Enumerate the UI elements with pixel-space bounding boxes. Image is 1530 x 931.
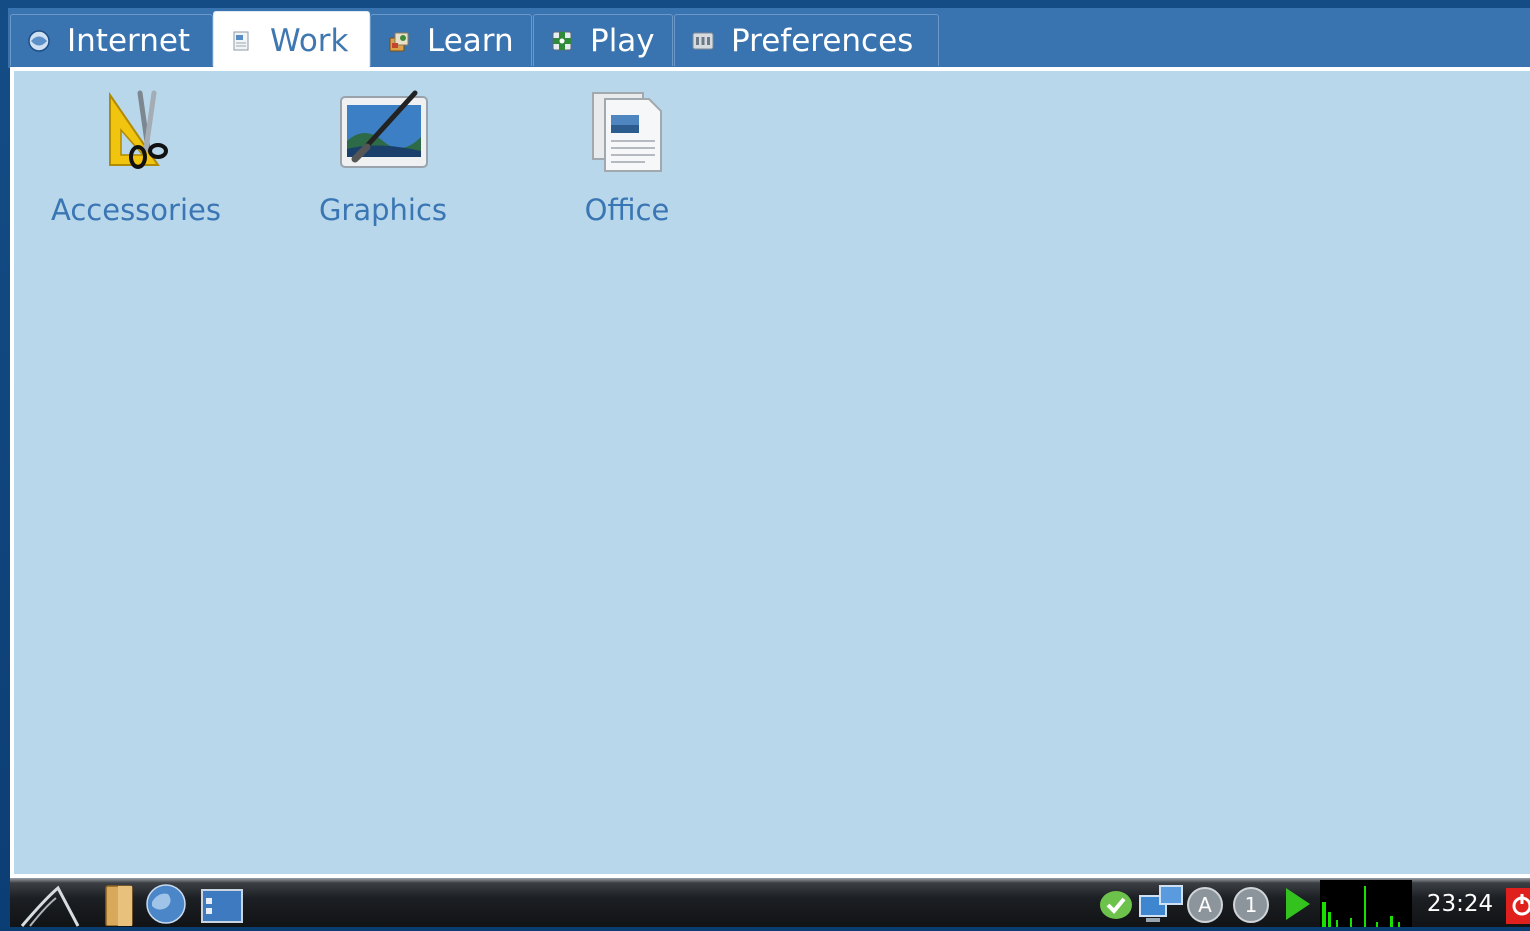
- clock[interactable]: 23:24: [1420, 888, 1500, 920]
- chat-status-icon[interactable]: [1098, 888, 1134, 922]
- media-play-icon[interactable]: [1282, 886, 1312, 922]
- launcher-panel: Accessories Graphics Office: [10, 67, 1530, 878]
- network-icon[interactable]: [1138, 884, 1184, 924]
- tab-work[interactable]: Work: [213, 11, 370, 69]
- launcher-accessories[interactable]: Accessories: [26, 85, 246, 227]
- tab-label: Play: [590, 22, 655, 59]
- tab-learn[interactable]: Learn: [370, 14, 532, 66]
- tab-bar: Internet Work Learn Play Preferences: [8, 8, 1530, 69]
- power-icon[interactable]: [1506, 888, 1530, 924]
- notifications-icon[interactable]: 1: [1232, 886, 1270, 924]
- cpu-monitor-graph[interactable]: [1320, 880, 1412, 927]
- office-icon: [592, 92, 662, 172]
- accessories-icon: [109, 90, 168, 169]
- launcher-office[interactable]: Office: [517, 85, 737, 227]
- launcher-graphics[interactable]: Graphics: [273, 85, 493, 227]
- play-icon: [552, 31, 572, 50]
- internet-icon: [28, 29, 50, 52]
- preferences-icon: [692, 32, 714, 49]
- tab-label: Internet: [67, 22, 191, 59]
- learn-icon: [389, 32, 409, 51]
- launcher-label: Office: [584, 193, 670, 227]
- start-menu-icon[interactable]: [16, 882, 80, 927]
- taskbar: A 1 23:24: [10, 878, 1530, 927]
- tab-label: Learn: [427, 22, 514, 59]
- tab-internet[interactable]: Internet: [10, 14, 213, 66]
- tab-preferences[interactable]: Preferences: [674, 14, 939, 66]
- desktop: Internet Work Learn Play Preferences Acc…: [0, 0, 1530, 927]
- svg-text:A: A: [1198, 893, 1212, 917]
- work-icon: [233, 31, 249, 50]
- launcher-label: Graphics: [318, 193, 448, 227]
- web-browser-icon[interactable]: [144, 882, 188, 926]
- show-desktop-icon[interactable]: [200, 888, 244, 924]
- launcher-label: Accessories: [51, 193, 221, 227]
- tab-label: Preferences: [731, 22, 914, 59]
- tab-play[interactable]: Play: [533, 14, 673, 66]
- updates-icon[interactable]: A: [1186, 886, 1224, 924]
- graphics-icon: [340, 90, 428, 168]
- file-manager-icon[interactable]: [102, 882, 138, 926]
- svg-text:1: 1: [1245, 893, 1258, 917]
- tab-label: Work: [270, 22, 349, 59]
